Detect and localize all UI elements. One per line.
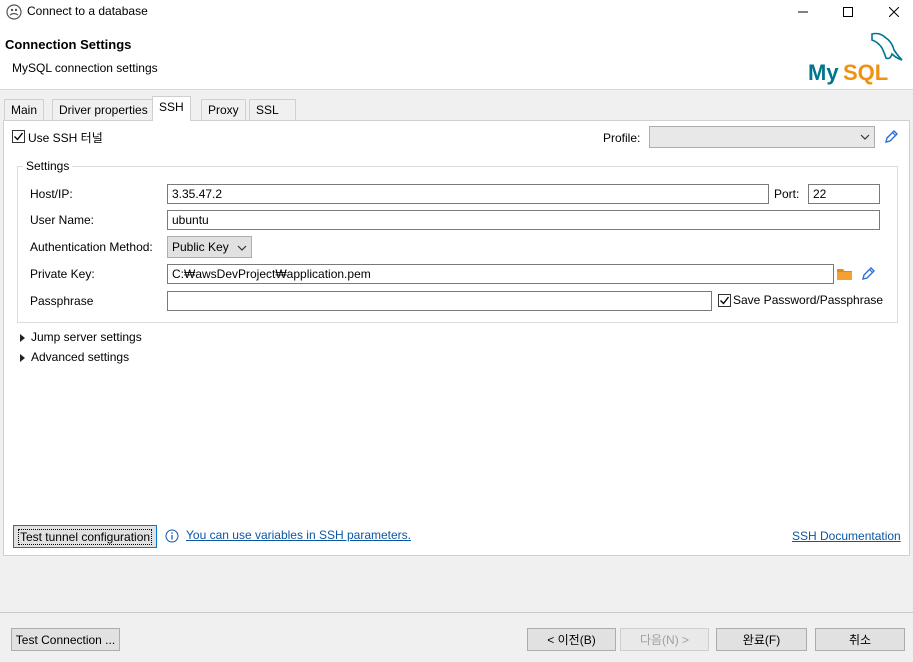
- finish-button[interactable]: 완료(F): [716, 628, 807, 651]
- mysql-logo-my: My: [808, 60, 839, 85]
- close-button[interactable]: [871, 0, 913, 24]
- private-key-input[interactable]: C:₩awsDevProject₩application.pem: [167, 264, 834, 284]
- browse-key-button[interactable]: [837, 267, 853, 284]
- ssh-variables-link[interactable]: You can use variables in SSH parameters.: [186, 528, 411, 542]
- edit-profile-button[interactable]: [883, 129, 899, 148]
- profile-select[interactable]: [649, 126, 875, 148]
- info-icon: [165, 529, 179, 546]
- pencil-icon: [885, 130, 898, 143]
- host-input[interactable]: 3.35.47.2: [167, 184, 769, 204]
- user-name-input[interactable]: ubuntu: [167, 210, 880, 230]
- test-connection-button[interactable]: Test Connection ...: [11, 628, 120, 651]
- port-label: Port:: [774, 187, 800, 201]
- chevron-down-icon: [860, 134, 870, 140]
- footer-divider: [0, 612, 913, 613]
- expand-arrow-icon[interactable]: [20, 354, 25, 362]
- window-title: Connect to a database: [27, 4, 148, 18]
- wizard-header: Connection Settings MySQL connection set…: [0, 26, 913, 90]
- next-button[interactable]: 다음(N) >: [620, 628, 709, 651]
- private-key-label: Private Key:: [30, 267, 95, 281]
- profile-label: Profile:: [603, 131, 641, 145]
- tab-ssh[interactable]: SSH: [152, 96, 191, 121]
- passphrase-label: Passphrase: [30, 294, 94, 308]
- tab-proxy[interactable]: Proxy: [201, 99, 246, 120]
- cancel-button[interactable]: 취소: [815, 628, 905, 651]
- auth-method-select[interactable]: Public Key: [167, 236, 252, 258]
- host-label: Host/IP:: [30, 187, 73, 201]
- chevron-down-icon: [237, 245, 247, 251]
- mysql-logo: My SQL: [806, 28, 908, 88]
- mysql-logo-sql: SQL: [843, 60, 888, 85]
- close-icon: [889, 7, 899, 17]
- jump-server-settings[interactable]: Jump server settings: [31, 330, 142, 344]
- folder-icon: [837, 269, 852, 280]
- advanced-settings[interactable]: Advanced settings: [31, 350, 129, 364]
- save-password-label: Save Password/Passphrase: [733, 293, 884, 307]
- tab-driver-properties[interactable]: Driver properties: [52, 99, 155, 120]
- expand-arrow-icon[interactable]: [20, 334, 25, 342]
- use-ssh-label: Use SSH 터널: [28, 131, 103, 145]
- checkmark-icon: [720, 296, 730, 305]
- use-ssh-checkbox[interactable]: [12, 130, 25, 143]
- dbeaver-app-icon: [6, 4, 22, 20]
- minimize-icon: [798, 11, 808, 13]
- user-name-label: User Name:: [30, 213, 95, 227]
- maximize-button[interactable]: [825, 0, 871, 24]
- maximize-icon: [843, 7, 853, 17]
- ssh-documentation-link[interactable]: SSH Documentation: [792, 529, 901, 543]
- pencil-icon: [862, 267, 875, 280]
- edit-key-button[interactable]: [860, 266, 876, 285]
- minimize-button[interactable]: [780, 0, 826, 24]
- title-bar: Connect to a database: [0, 0, 913, 26]
- previous-button[interactable]: < 이전(B): [527, 628, 616, 651]
- page-title: Connection Settings: [5, 37, 132, 52]
- auth-method-label: Authentication Method:: [30, 240, 153, 254]
- page-subtitle: MySQL connection settings: [12, 61, 158, 75]
- tab-main[interactable]: Main: [4, 99, 45, 120]
- checkmark-icon: [14, 132, 24, 141]
- port-input[interactable]: 22: [808, 184, 880, 204]
- test-tunnel-button[interactable]: Test tunnel configuration: [13, 525, 157, 548]
- passphrase-input[interactable]: [167, 291, 712, 311]
- save-password-checkbox[interactable]: [718, 294, 731, 307]
- settings-group-label: Settings: [23, 159, 73, 173]
- auth-method-value: Public Key: [172, 240, 229, 254]
- tab-ssl[interactable]: SSL: [249, 99, 296, 120]
